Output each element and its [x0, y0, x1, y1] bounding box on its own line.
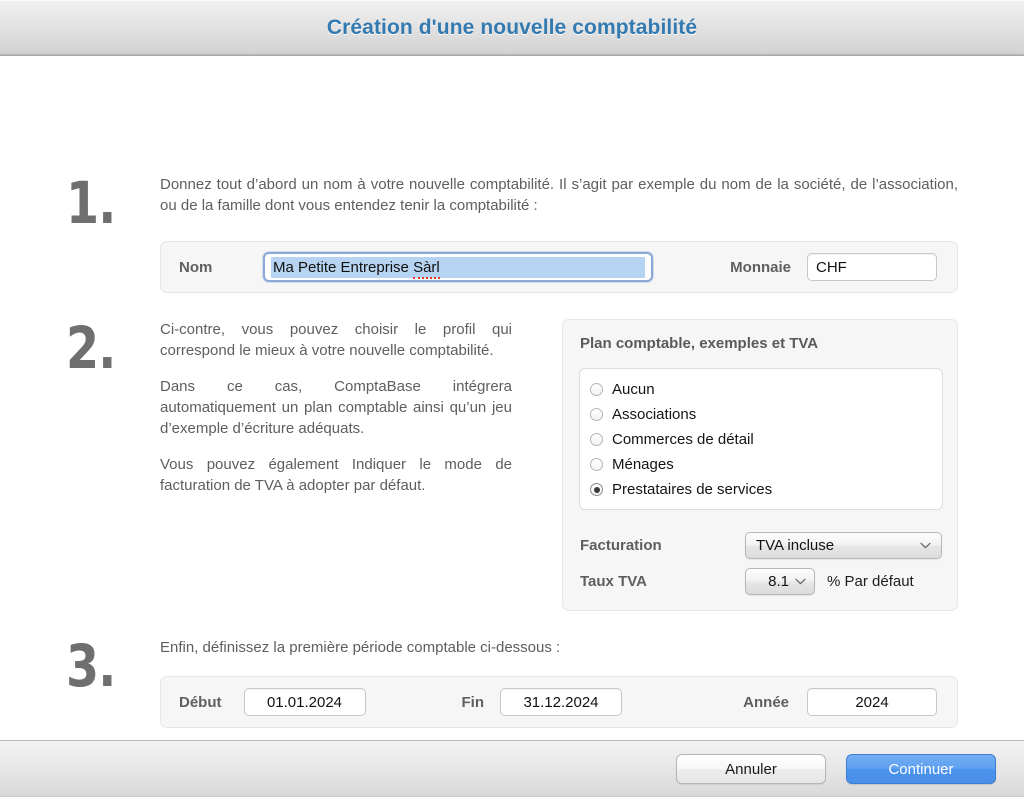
radio-option-commerces-de-detail[interactable]: Commerces de détail [590, 427, 942, 452]
name-input-value: Ma Petite Entreprise Sàrl [271, 257, 645, 278]
radio-icon [590, 408, 603, 421]
vat-rate-select[interactable]: 8.1 [745, 568, 815, 595]
step-2-paragraph-3: Vous pouvez également Indiquer le mode d… [160, 454, 512, 496]
radio-icon [590, 383, 603, 396]
radio-selected-icon [590, 483, 603, 496]
radio-icon [590, 458, 603, 471]
window-title: Création d'une nouvelle comptabilité [327, 16, 697, 40]
name-label: Nom [179, 259, 263, 276]
step-2-number: 2. [66, 319, 144, 377]
name-input-misspelled-word: Sàrl [413, 259, 440, 279]
dialog-window: Création d'une nouvelle comptabilité 1. … [0, 0, 1024, 797]
profile-radio-group[interactable]: Aucun Associations Commerces de détail M… [579, 368, 943, 510]
billing-select-value: TVA incluse [746, 537, 917, 554]
step-3-text: Enfin, définissez la première période co… [160, 637, 958, 658]
period-start-input[interactable] [244, 688, 366, 716]
billing-label: Facturation [580, 537, 745, 554]
profile-panel-title: Plan comptable, exemples et TVA [563, 320, 957, 352]
name-input-wrapper[interactable]: Ma Petite Entreprise Sàrl [263, 252, 653, 282]
radio-option-label: Associations [612, 406, 696, 423]
radio-option-label: Ménages [612, 456, 674, 473]
dialog-content: 1. Donnez tout d’abord un nom à votre no… [0, 56, 1024, 740]
continue-button[interactable]: Continuer [846, 754, 996, 784]
currency-label: Monnaie [730, 259, 791, 276]
radio-option-menages[interactable]: Ménages [590, 452, 942, 477]
vat-rate-row: Taux TVA 8.1 % Par défaut [580, 568, 960, 595]
radio-option-label: Prestataires de services [612, 481, 772, 498]
name-panel: Nom Ma Petite Entreprise Sàrl Monnaie [160, 241, 958, 293]
cancel-button[interactable]: Annuler [676, 754, 826, 784]
chevron-down-icon [792, 578, 808, 585]
vat-rate-suffix: % Par défaut [827, 573, 914, 590]
period-year-input[interactable] [807, 688, 937, 716]
radio-option-label: Commerces de détail [612, 431, 754, 448]
step-1-paragraph: Donnez tout d’abord un nom à votre nouve… [160, 174, 958, 216]
period-year-label: Année [743, 694, 789, 711]
vat-rate-label: Taux TVA [580, 573, 745, 590]
period-start-label: Début [179, 694, 222, 711]
period-panel: Début Fin Année [160, 676, 958, 728]
title-bar: Création d'une nouvelle comptabilité [0, 0, 1024, 56]
billing-select[interactable]: TVA incluse [745, 532, 942, 559]
currency-input[interactable] [807, 253, 937, 281]
step-3-number: 3. [66, 637, 144, 695]
vat-rate-select-value: 8.1 [768, 573, 792, 590]
step-1-text: Donnez tout d’abord un nom à votre nouve… [160, 174, 958, 216]
name-input-text: Ma Petite Entreprise [273, 259, 413, 276]
profile-panel: Plan comptable, exemples et TVA Aucun As… [562, 319, 958, 611]
radio-option-associations[interactable]: Associations [590, 402, 942, 427]
period-end-input[interactable] [500, 688, 622, 716]
radio-option-aucun[interactable]: Aucun [590, 377, 942, 402]
billing-row: Facturation TVA incluse [580, 532, 942, 559]
name-input[interactable]: Ma Petite Entreprise Sàrl [263, 252, 653, 282]
radio-icon [590, 433, 603, 446]
step-3-paragraph: Enfin, définissez la première période co… [160, 637, 958, 658]
radio-option-label: Aucun [612, 381, 655, 398]
step-2-paragraph-1: Ci-contre, vous pouvez choisir le profil… [160, 319, 512, 361]
period-end-label: Fin [462, 694, 485, 711]
footer-bar: Annuler Continuer [0, 740, 1024, 797]
chevron-down-icon [917, 542, 933, 549]
radio-option-prestataires-de-services[interactable]: Prestataires de services [590, 477, 942, 502]
step-2-paragraph-2: Dans ce cas, ComptaBase intégrera automa… [160, 376, 512, 439]
step-1-number: 1. [66, 174, 144, 232]
